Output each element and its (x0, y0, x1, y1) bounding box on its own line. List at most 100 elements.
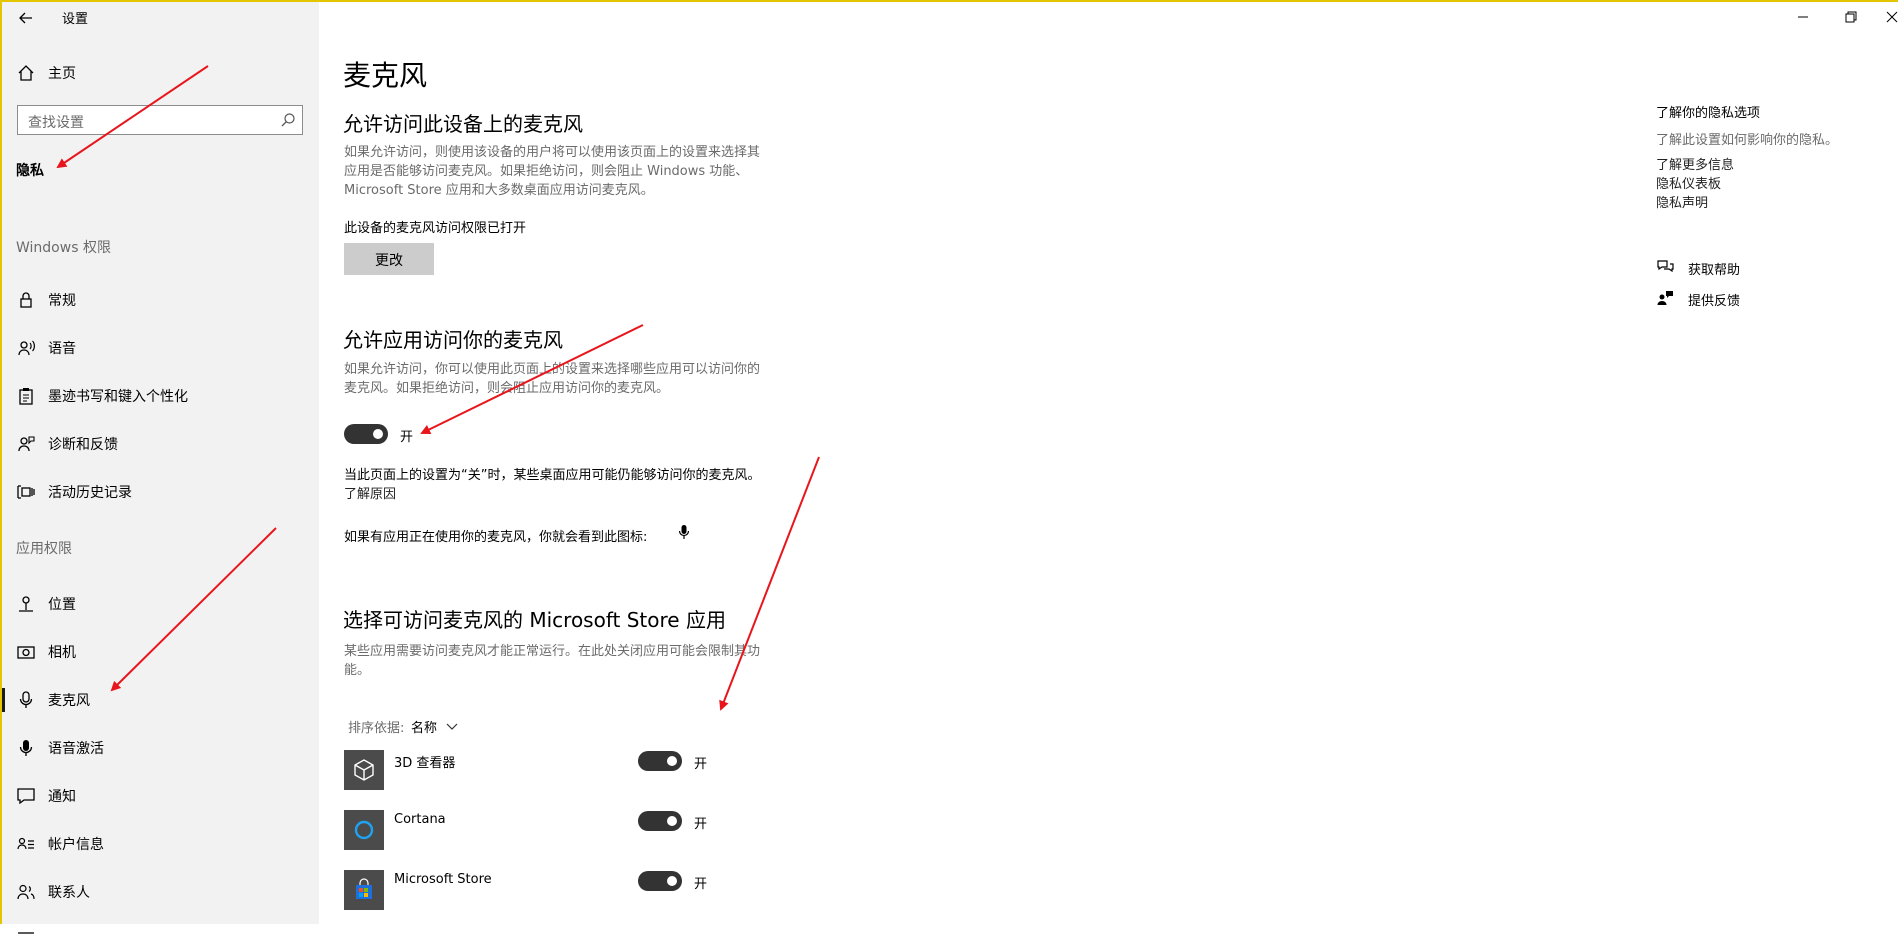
contacts-icon (17, 884, 35, 900)
learn-more-link[interactable]: 了解更多信息 (1656, 154, 1734, 173)
back-arrow-icon (19, 12, 32, 24)
sidebar-item-camera[interactable]: 相机 (2, 632, 319, 672)
sidebar-item-home[interactable]: 主页 (2, 53, 319, 93)
app-toggle-label-3d-viewer: 开 (694, 757, 708, 772)
privacy-dashboard-link[interactable]: 隐私仪表板 (1656, 173, 1721, 192)
microphone-in-use-icon (678, 525, 690, 539)
sidebar-item-contacts[interactable]: 联系人 (2, 872, 319, 912)
restore-button[interactable] (1836, 6, 1866, 28)
clipboard-icon (19, 388, 33, 405)
device-access-desc-3: Microsoft Store 应用和大多数桌面应用访问麦克风。 (344, 183, 654, 198)
sidebar-item-label: 位置 (48, 597, 76, 613)
search-input[interactable]: 查找设置 (17, 105, 303, 135)
privacy-statement-link[interactable]: 隐私声明 (1656, 192, 1708, 211)
app-toggle-label-cortana: 开 (694, 817, 708, 832)
minimize-button[interactable] (1788, 6, 1818, 28)
search-icon (281, 113, 295, 127)
toggle-knob (667, 876, 677, 886)
app-access-desc-1: 如果允许访问，你可以使用此页面上的设置来选择哪些应用可以访问你的 (344, 362, 761, 377)
sidebar-item-inking[interactable]: 墨迹书写和键入个性化 (2, 376, 319, 416)
device-access-status: 此设备的麦克风访问权限已打开 (344, 221, 527, 236)
toggle-knob (373, 429, 383, 439)
sidebar-item-label: 帐户信息 (48, 837, 104, 853)
restore-icon (1845, 11, 1857, 23)
window-title: 设置 (62, 12, 89, 27)
toggle-knob (667, 816, 677, 826)
feedback-icon (1657, 291, 1673, 305)
sidebar-item-general[interactable]: 常规 (2, 280, 319, 320)
sort-dropdown[interactable]: 排序依据: 名称 (346, 715, 466, 736)
sidebar-item-label: 主页 (48, 66, 76, 82)
sidebar-item-diagnostics[interactable]: 诊断和反馈 (2, 424, 319, 464)
app-access-heading: 允许应用访问你的麦克风 (343, 328, 563, 352)
give-feedback-link[interactable]: 提供反馈 (1654, 288, 1794, 310)
store-apps-desc-1: 某些应用需要访问麦克风才能正常运行。在此处关闭应用可能会限制其功 (344, 644, 761, 659)
mic-icon-note: 如果有应用正在使用你的麦克风，你就会看到此图标: (344, 530, 648, 545)
notification-icon (17, 788, 35, 805)
sidebar-item-microphone[interactable]: 麦克风 (2, 680, 319, 720)
timeline-icon (17, 485, 35, 499)
sidebar-item-label: 语音激活 (48, 741, 104, 757)
app-access-toggle-label: 开 (400, 430, 414, 445)
location-icon (19, 596, 33, 612)
app-tile-microsoft-store (344, 870, 384, 910)
desktop-apps-note: 当此页面上的设置为“关”时，某些桌面应用可能仍能够访问你的麦克风。 (344, 468, 761, 483)
back-button[interactable] (12, 6, 40, 30)
app-toggle-microsoft-store[interactable] (638, 871, 682, 891)
app-tile-cortana (344, 810, 384, 850)
sidebar-item-label: 常规 (48, 293, 76, 309)
feedback-person-icon (18, 436, 35, 452)
get-help-link[interactable]: 获取帮助 (1654, 257, 1794, 279)
privacy-options-heading: 了解你的隐私选项 (1656, 106, 1761, 121)
learn-why-link[interactable]: 了解原因 (344, 483, 396, 502)
cortana-icon (354, 820, 374, 840)
sidebar-item-label: 通知 (48, 789, 76, 805)
home-icon (18, 65, 34, 81)
account-info-icon (17, 837, 34, 850)
selected-indicator (2, 688, 5, 712)
sidebar-item-activity-history[interactable]: 活动历史记录 (2, 472, 319, 512)
close-button[interactable] (1878, 6, 1898, 28)
app-access-desc-2: 麦克风。如果拒绝访问，则会阻止应用访问你的麦克风。 (344, 381, 670, 396)
change-button[interactable]: 更改 (344, 243, 434, 275)
sidebar-item-speech[interactable]: 语音 (2, 328, 319, 368)
sidebar-item-label: 语音 (48, 341, 76, 357)
app-toggle-3d-viewer[interactable] (638, 751, 682, 771)
sidebar-item-label: 联系人 (48, 885, 90, 901)
microphone-icon (19, 691, 33, 708)
sidebar-item-label: 诊断和反馈 (48, 437, 118, 453)
app-toggle-cortana[interactable] (638, 811, 682, 831)
page-title: 麦克风 (343, 59, 428, 92)
sidebar-item-location[interactable]: 位置 (2, 584, 319, 624)
search-placeholder: 查找设置 (28, 115, 84, 131)
app-name-microsoft-store: Microsoft Store (394, 872, 492, 887)
get-help-label: 获取帮助 (1688, 263, 1741, 278)
device-access-desc-1: 如果允许访问，则使用该设备的用户将可以使用该页面上的设置来选择其 (344, 145, 761, 160)
device-access-heading: 允许访问此设备上的麦克风 (343, 112, 583, 136)
app-toggle-label-microsoft-store: 开 (694, 877, 708, 892)
sidebar-item-notifications[interactable]: 通知 (2, 776, 319, 816)
voice-activation-icon (19, 740, 33, 756)
sidebar-item-label: 麦克风 (48, 693, 90, 709)
minimize-icon (1798, 16, 1808, 18)
sidebar-item-partial[interactable] (16, 920, 36, 934)
privacy-options-desc: 了解此设置如何影响你的隐私。 (1656, 133, 1839, 148)
device-access-desc-2: 应用是否能够访问麦克风。如果拒绝访问，则会阻止 Windows 功能、 (344, 164, 749, 179)
sidebar-item-voice-activation[interactable]: 语音激活 (2, 728, 319, 768)
app-tile-3d-viewer (344, 750, 384, 790)
speech-icon (18, 340, 35, 356)
sidebar-item-label: 活动历史记录 (48, 485, 132, 501)
sidebar-item-account-info[interactable]: 帐户信息 (2, 824, 319, 864)
section-header-apps: 应用权限 (16, 541, 72, 557)
current-section-title: 隐私 (16, 163, 44, 179)
app-access-toggle[interactable] (344, 424, 388, 444)
chevron-down-icon (446, 723, 458, 730)
cube-icon (354, 759, 374, 781)
toggle-knob (667, 756, 677, 766)
change-button-label: 更改 (375, 253, 403, 269)
help-chat-icon (1657, 260, 1674, 273)
close-icon (1886, 11, 1898, 23)
store-bag-icon (356, 878, 372, 899)
store-apps-desc-2: 能。 (344, 663, 371, 678)
sidebar-item-label: 墨迹书写和键入个性化 (48, 389, 188, 405)
